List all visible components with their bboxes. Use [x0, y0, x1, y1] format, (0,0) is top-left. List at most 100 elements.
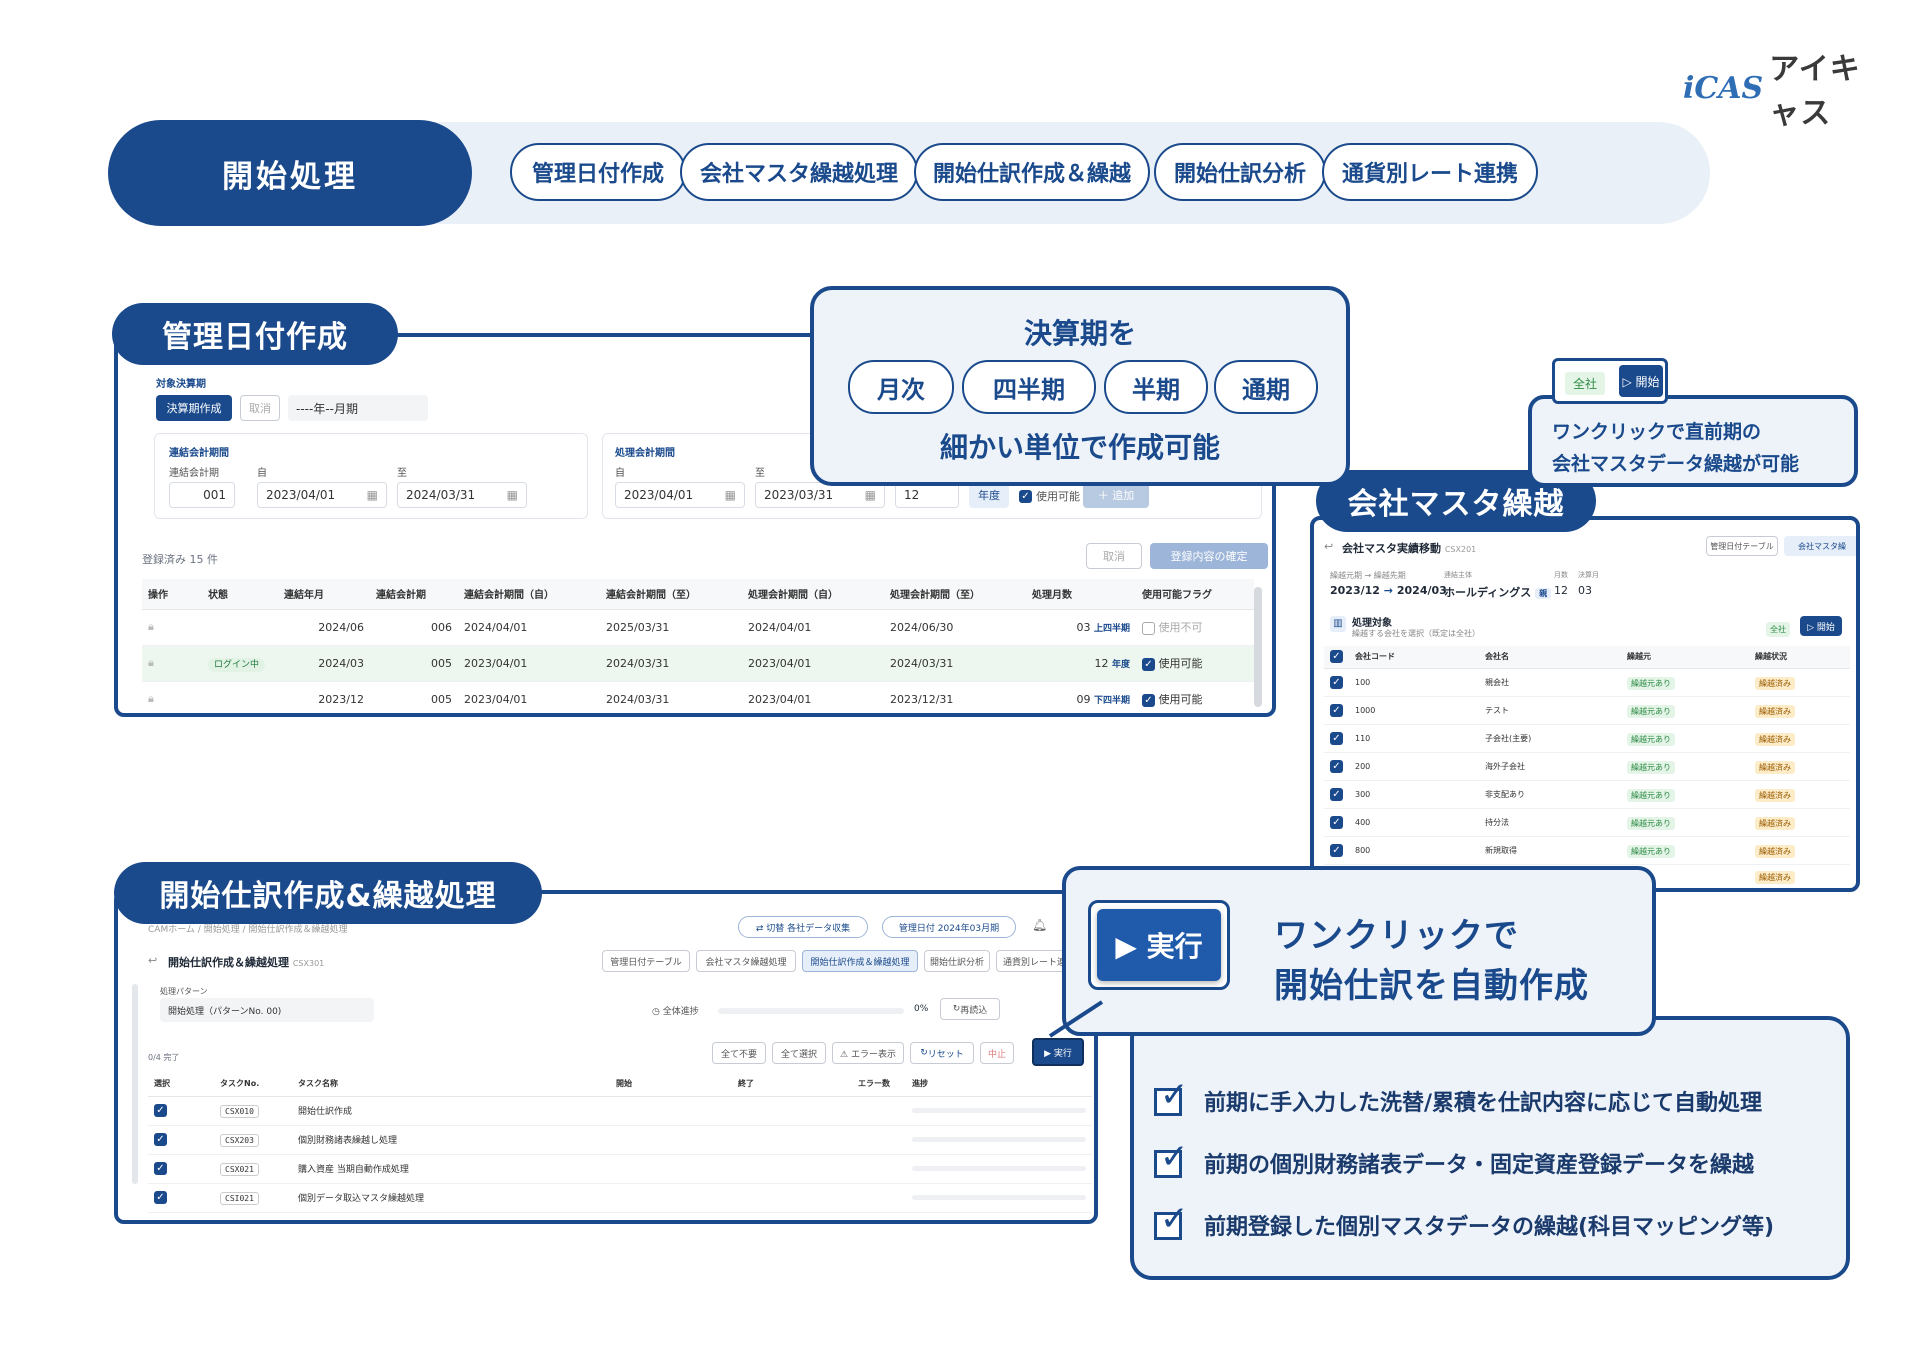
error-button[interactable]: ⚠ エラー表示 — [832, 1042, 904, 1064]
feature-items: ✓ 前期に手入力した洗替/累積を仕訳内容に応じて自動処理 ✓ 前期の個別財務諸表デー… — [1154, 1074, 1774, 1252]
row-checkbox[interactable]: ✓ — [148, 1183, 214, 1213]
end-cell — [732, 1154, 852, 1184]
cancel-button[interactable]: 取消 — [240, 395, 280, 421]
status-cell: 繰越済み — [1749, 668, 1850, 697]
task-table: 選択 タスクNo. タスク名称 開始 終了 エラー数 進捗 ✓ CSX010 開始仕… — [148, 1072, 1092, 1213]
exec-button[interactable]: ▶ 実行 — [1032, 1038, 1084, 1066]
exec-big-button[interactable]: ▶ 実行 — [1097, 909, 1221, 981]
check-icon[interactable]: ✓ — [1330, 675, 1343, 689]
switch-button[interactable]: ⇄ 切替 各社データ収集 — [738, 916, 868, 938]
reset-button[interactable]: ↻ リセット — [910, 1042, 974, 1064]
check-icon[interactable]: ✓ — [1330, 731, 1343, 745]
scrollbar[interactable] — [132, 984, 138, 1184]
check-icon[interactable]: ✓ — [1330, 759, 1343, 773]
refresh-icon: ↻ — [920, 1048, 928, 1058]
tab-date-table[interactable]: 管理日付テーブル — [1706, 536, 1778, 556]
table-row[interactable]: ✓ 800 新規取得 繰越元あり 繰越済み — [1324, 836, 1850, 865]
table-row[interactable]: ✓ CSX010 開始仕訳作成 — [148, 1096, 1092, 1126]
calendar-icon[interactable]: ▦ — [367, 488, 378, 502]
check-icon[interactable]: ✓ — [154, 1104, 167, 1118]
lock-icon[interactable]: 🔒︎ — [142, 645, 202, 682]
row-checkbox[interactable]: ✓ — [148, 1096, 214, 1126]
calendar-icon[interactable]: ▦ — [507, 488, 518, 502]
screen-title: 会社マスタ実績移動 CSX201 — [1342, 540, 1476, 556]
calendar-icon[interactable]: ▦ — [865, 488, 876, 502]
back-icon[interactable]: ↩ — [148, 954, 157, 967]
table-row[interactable]: ✓ CSX021 購入資産 当期自動作成処理 — [148, 1154, 1092, 1184]
table-row[interactable]: 🔒︎ ログイン中 2024/03 005 2023/04/01 2024/03/… — [142, 645, 1254, 682]
row-checkbox[interactable]: ✓ — [1324, 780, 1349, 809]
check-icon[interactable]: ✓ — [1330, 815, 1343, 829]
scrollbar[interactable] — [1254, 587, 1262, 707]
row-checkbox[interactable]: ✓ — [148, 1154, 214, 1184]
reload-button[interactable]: ↻ 再読込 — [940, 998, 1000, 1020]
check-icon[interactable]: ✓ — [154, 1162, 167, 1176]
checkbox-empty-icon[interactable] — [1142, 621, 1155, 635]
flag-cell[interactable]: 使用不可 — [1136, 609, 1254, 646]
row-checkbox[interactable]: ✓ — [1324, 696, 1349, 725]
consol-no-input[interactable]: 001 — [169, 482, 235, 508]
tab-analysis[interactable]: 開始仕訳分析 — [924, 950, 990, 972]
table-row[interactable]: ✓ 200 海外子会社 繰越元あり 繰越済み — [1324, 752, 1850, 781]
check-icon[interactable]: ✓ — [1330, 843, 1343, 857]
cf-cell: 2024/04/01 — [458, 609, 600, 646]
flag-cell[interactable]: ✓ 使用可能 — [1136, 681, 1254, 713]
mgmt-date-button[interactable]: 管理日付 2024年03月期 — [882, 916, 1016, 938]
back-icon[interactable]: ↩ — [1324, 540, 1333, 553]
table-row[interactable]: ✓ 100 親会社 繰越元あり 繰越済み — [1324, 668, 1850, 697]
tab-date-table[interactable]: 管理日付テーブル — [602, 950, 690, 972]
tab-journal[interactable]: 開始仕訳作成＆繰越処理 — [802, 950, 918, 972]
check-icon[interactable]: ✓ — [154, 1133, 167, 1147]
pattern-select[interactable]: 開始処理（パターンNo. 00) — [160, 998, 374, 1022]
tab-company-carry[interactable]: 会社マスタ繰越処理 — [696, 950, 796, 972]
check-icon[interactable]: ✓ — [1330, 703, 1343, 717]
no-cell: 005 — [370, 645, 458, 682]
start-button[interactable]: ▷ 開始 — [1800, 616, 1842, 636]
lock-icon[interactable]: 🔒︎ — [142, 609, 202, 646]
src-badge: 繰越元あり — [1627, 760, 1675, 774]
check-icon[interactable]: ✓ — [1330, 787, 1343, 801]
select-all[interactable]: ✓ — [1324, 646, 1349, 669]
unit-badge: 下四半期 — [1093, 695, 1130, 706]
none-button[interactable]: 全て不要 — [712, 1042, 766, 1064]
usable-checkbox[interactable]: ✓ 使用可能 — [1019, 488, 1080, 504]
table-row[interactable]: ✓ CSX203 個別財務諸表繰越し処理 — [148, 1125, 1092, 1155]
table-row[interactable]: 🔒︎ 2024/06 006 2024/04/01 2025/03/31 202… — [142, 609, 1254, 646]
calendar-icon[interactable]: ▦ — [725, 488, 736, 502]
table-row[interactable]: ✓ 400 持分法 繰越元あり 繰越済み — [1324, 808, 1850, 837]
stop-button[interactable]: 中止 — [980, 1042, 1014, 1064]
check-icon[interactable]: ✓ — [1142, 657, 1155, 671]
mini-start-button[interactable]: ▷ 開始 — [1619, 365, 1663, 397]
flag-cell[interactable]: ✓ 使用可能 — [1136, 645, 1254, 682]
check-icon[interactable]: ✓ — [1142, 693, 1155, 707]
confirm-button[interactable]: 登録内容の確定 — [1150, 543, 1268, 569]
table-row[interactable]: ✓ 1000 テスト 繰越元あり 繰越済み — [1324, 696, 1850, 725]
table-row[interactable]: ✓ 300 非支配あり 繰越元あり 繰越済み — [1324, 780, 1850, 809]
table-row[interactable]: 🔒︎ 2023/12 005 2023/04/01 2024/03/31 202… — [142, 681, 1254, 713]
create-period-button[interactable]: 決算期作成 — [156, 395, 232, 421]
table-row[interactable]: ✓ 110 子会社(主要) 繰越元あり 繰越済み — [1324, 724, 1850, 753]
row-checkbox[interactable]: ✓ — [148, 1125, 214, 1155]
task-progress-bar — [912, 1108, 1086, 1113]
undo-button[interactable]: 取消 — [1086, 543, 1142, 569]
row-checkbox[interactable]: ✓ — [1324, 752, 1349, 781]
check-icon[interactable]: ✓ — [154, 1191, 167, 1205]
period-field[interactable]: ----年--月期 — [288, 395, 428, 421]
table-row[interactable]: ✓ CSI021 個別データ取込マスタ繰越処理 — [148, 1183, 1092, 1213]
bell-icon[interactable]: 🔔︎ — [1032, 918, 1047, 932]
consol-to-input[interactable]: 2024/03/31 ▦ — [397, 482, 527, 508]
name-cell: 海外子会社 — [1479, 752, 1621, 781]
consol-from-input[interactable]: 2023/04/01 ▦ — [257, 482, 387, 508]
brand-name: アイキャス — [1769, 52, 1861, 131]
proc-from-input[interactable]: 2023/04/01 ▦ — [615, 482, 745, 508]
lock-icon[interactable]: 🔒︎ — [142, 681, 202, 713]
row-checkbox[interactable]: ✓ — [1324, 668, 1349, 697]
tab-company-carry[interactable]: 会社マスタ繰 — [1784, 536, 1856, 556]
row-checkbox[interactable]: ✓ — [1324, 724, 1349, 753]
check-icon[interactable]: ✓ — [1330, 650, 1343, 664]
row-checkbox[interactable]: ✓ — [1324, 836, 1349, 865]
select-all-button[interactable]: 全て選択 — [772, 1042, 826, 1064]
row-checkbox[interactable]: ✓ — [1324, 808, 1349, 837]
status-badge: 繰越済み — [1755, 816, 1795, 830]
all-badge: 全社 — [1766, 622, 1790, 637]
